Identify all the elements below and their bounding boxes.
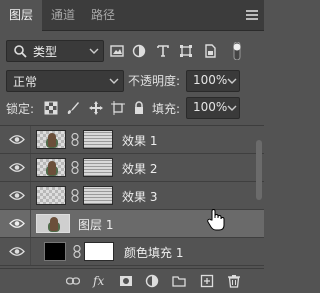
- new-layer-icon[interactable]: [200, 274, 214, 288]
- layer-thumbnail: [36, 130, 66, 149]
- chevron-down-icon[interactable]: [227, 103, 237, 113]
- layer-list: 效果 1 效果 2 效果 3 图层 1 颜色填充 1: [0, 125, 264, 268]
- layer-row-effect-1[interactable]: 效果 1: [0, 126, 264, 154]
- layer-mask-thumbnail[interactable]: [83, 130, 113, 149]
- layer-row-effect-3[interactable]: 效果 3: [0, 182, 264, 210]
- lock-label: 锁定:: [6, 102, 35, 116]
- layer-row-effect-2[interactable]: 效果 2: [0, 154, 264, 182]
- layer-name[interactable]: 图层 1: [78, 216, 113, 233]
- opacity-field[interactable]: 100%: [186, 70, 240, 92]
- filter-toggle-icon[interactable]: [230, 42, 244, 60]
- scrollbar-thumb[interactable]: [256, 140, 262, 200]
- layer-row-color-fill-1[interactable]: 颜色填充 1: [0, 238, 264, 266]
- chain-link-icon[interactable]: [71, 161, 79, 174]
- layers-panel: 图层 通道 路径 类型 正常 不透明度: 100% 锁定: 填充: 100% 效…: [0, 0, 264, 293]
- group-folder-icon[interactable]: [172, 274, 186, 288]
- layer-thumbnail: [36, 186, 66, 205]
- fill-label: 填充:: [152, 102, 181, 116]
- row-divider: [30, 154, 31, 181]
- chevron-down-icon: [89, 48, 99, 54]
- layer-thumbnail: [36, 158, 66, 177]
- tab-paths[interactable]: 路径: [82, 0, 124, 30]
- layer-mask-thumbnail[interactable]: [84, 242, 114, 261]
- layer-name[interactable]: 效果 2: [122, 160, 157, 177]
- layers-bottom-toolbar: fx: [0, 268, 264, 293]
- visibility-eye-icon[interactable]: [9, 190, 25, 201]
- layer-name[interactable]: 效果 3: [122, 188, 157, 205]
- opacity-label: 不透明度:: [128, 74, 181, 88]
- hand-cursor-icon: [207, 209, 225, 231]
- tab-layers[interactable]: 图层: [0, 0, 43, 31]
- layer-mask-thumbnail[interactable]: [83, 158, 113, 177]
- adjustment-layer-icon[interactable]: [145, 274, 159, 288]
- shape-filter-icon[interactable]: [179, 44, 193, 58]
- visibility-eye-icon[interactable]: [9, 218, 25, 229]
- row-divider: [30, 210, 31, 237]
- filter-kind-dropdown[interactable]: 类型: [6, 40, 104, 62]
- chain-link-icon[interactable]: [73, 245, 81, 258]
- image-filter-icon[interactable]: [110, 44, 124, 58]
- trash-icon[interactable]: [227, 274, 241, 288]
- search-icon: [14, 45, 27, 58]
- lock-artboard-icon[interactable]: [111, 101, 125, 115]
- chain-link-icon[interactable]: [71, 189, 79, 202]
- svg-text:fx: fx: [92, 274, 104, 288]
- layer-filter-row: 类型: [0, 36, 264, 64]
- lock-image-pixels-icon[interactable]: [66, 101, 80, 115]
- smart-object-filter-icon[interactable]: [203, 44, 217, 58]
- visibility-eye-icon[interactable]: [9, 134, 25, 145]
- layer-thumbnail: [36, 214, 70, 233]
- layer-mask-thumbnail[interactable]: [83, 186, 113, 205]
- chevron-down-icon[interactable]: [227, 76, 237, 86]
- visibility-eye-icon[interactable]: [9, 246, 25, 257]
- row-divider: [30, 126, 31, 153]
- blend-row: 正常 不透明度: 100%: [0, 68, 264, 94]
- layer-name[interactable]: 效果 1: [122, 132, 157, 149]
- lock-all-icon[interactable]: [132, 101, 146, 115]
- lock-transparent-pixels-icon[interactable]: [44, 101, 58, 115]
- chevron-down-icon: [109, 78, 119, 84]
- blend-mode-dropdown[interactable]: 正常: [6, 70, 124, 92]
- panel-menu-icon[interactable]: [246, 10, 258, 20]
- fx-icon[interactable]: fx: [92, 274, 108, 288]
- add-mask-icon[interactable]: [119, 274, 133, 288]
- visibility-eye-icon[interactable]: [9, 162, 25, 173]
- link-layers-icon[interactable]: [66, 274, 80, 288]
- filter-kind-label: 类型: [33, 45, 58, 59]
- color-fill-swatch[interactable]: [44, 242, 66, 261]
- row-divider: [30, 238, 31, 265]
- blend-mode-value: 正常: [13, 75, 38, 89]
- fill-value: 100%: [193, 100, 228, 114]
- lock-row: 锁定: 填充: 100%: [0, 96, 264, 120]
- type-filter-icon[interactable]: [156, 44, 170, 58]
- adjustment-filter-icon[interactable]: [132, 44, 146, 58]
- tab-channels[interactable]: 通道: [42, 0, 84, 30]
- row-divider: [30, 182, 31, 209]
- panel-tab-bar: 图层 通道 路径: [0, 0, 264, 31]
- layer-name[interactable]: 颜色填充 1: [124, 244, 183, 261]
- fill-field[interactable]: 100%: [186, 97, 240, 119]
- chain-link-icon[interactable]: [71, 133, 79, 146]
- lock-position-icon[interactable]: [89, 101, 103, 115]
- opacity-value: 100%: [193, 73, 228, 87]
